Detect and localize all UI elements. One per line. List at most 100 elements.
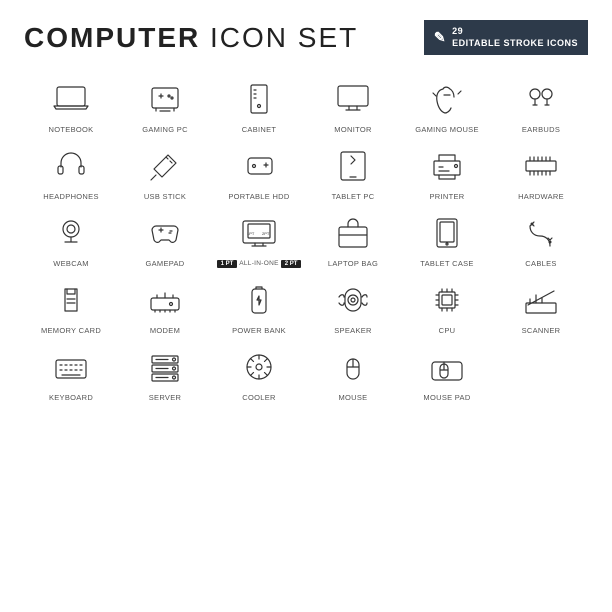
- icon-cell-cables: CABLES: [494, 207, 588, 270]
- icon-cell-printer: PRINTER: [400, 140, 494, 203]
- page-title: COMPUTER ICON SET: [24, 22, 358, 54]
- earbuds-icon: [519, 77, 563, 121]
- hardware-label: HARDWARE: [518, 192, 564, 201]
- icon-cell-portable-hdd: PORTABLE HDD: [212, 140, 306, 203]
- icon-cell-gamepad: GAMEPAD: [118, 207, 212, 270]
- server-label: SERVER: [149, 393, 182, 402]
- icon-cell-gaming-mouse: GAMING MOUSE: [400, 73, 494, 136]
- cpu-label: CPU: [439, 326, 456, 335]
- power-bank-label: POWER BANK: [232, 326, 286, 335]
- earbuds-label: EARBUDS: [522, 125, 560, 134]
- hardware-icon: [519, 144, 563, 188]
- pt1-badge: 1 PT: [217, 260, 238, 268]
- icon-cell-notebook: NOTEBOOK: [24, 73, 118, 136]
- laptop-bag-icon: [331, 211, 375, 255]
- svg-text:2PT: 2PT: [262, 231, 270, 236]
- laptop-bag-label: LAPTOP BAG: [328, 259, 378, 268]
- cabinet-label: CABINET: [242, 125, 277, 134]
- headphones-label: HEADPHONES: [43, 192, 99, 201]
- header: COMPUTER ICON SET ✎ 29 EDITABLE STROKE I…: [24, 20, 588, 55]
- webcam-icon: [49, 211, 93, 255]
- badge: ✎ 29 EDITABLE STROKE ICONS: [424, 20, 588, 55]
- badge-icon: ✎: [434, 29, 446, 46]
- badge-label: EDITABLE STROKE ICONS: [452, 38, 578, 48]
- tablet-case-label: TABLET CASE: [420, 259, 473, 268]
- keyboard-label: KEYBOARD: [49, 393, 93, 402]
- all-in-one-labels: 1 PT ALL-IN-ONE 2 PT: [217, 260, 302, 268]
- portable-hdd-icon: [237, 144, 281, 188]
- printer-label: PRINTER: [429, 192, 464, 201]
- tablet-pc-label: TABLET PC: [332, 192, 375, 201]
- cpu-icon: [425, 278, 469, 322]
- portable-hdd-label: PORTABLE HDD: [228, 192, 289, 201]
- gaming-mouse-icon: [425, 77, 469, 121]
- icon-cell-server: SERVER: [118, 341, 212, 404]
- icon-grid: NOTEBOOK GAMING PC CABINET MONITOR GAMIN: [24, 73, 588, 404]
- tablet-case-icon: [425, 211, 469, 255]
- scanner-icon: [519, 278, 563, 322]
- icon-cell-laptop-bag: LAPTOP BAG: [306, 207, 400, 270]
- webcam-label: WEBCAM: [53, 259, 89, 268]
- icon-cell-tablet-pc: TABLET PC: [306, 140, 400, 203]
- icon-cell-keyboard: KEYBOARD: [24, 341, 118, 404]
- monitor-icon: [331, 77, 375, 121]
- mouse-pad-label: MOUSE PAD: [423, 393, 470, 402]
- notebook-label: NOTEBOOK: [49, 125, 94, 134]
- gaming-pc-icon: [143, 77, 187, 121]
- icon-cell-all-in-one: 1PT 2PT 1 PT ALL-IN-ONE 2 PT: [212, 207, 306, 270]
- notebook-icon: [49, 77, 93, 121]
- icon-cell-gaming-pc: GAMING PC: [118, 73, 212, 136]
- badge-text: 29 EDITABLE STROKE ICONS: [452, 26, 578, 49]
- cables-icon: [519, 211, 563, 255]
- cooler-icon: [237, 345, 281, 389]
- icon-cell-cpu: CPU: [400, 274, 494, 337]
- cooler-label: COOLER: [242, 393, 275, 402]
- icon-cell-monitor: MONITOR: [306, 73, 400, 136]
- page: COMPUTER ICON SET ✎ 29 EDITABLE STROKE I…: [0, 0, 612, 612]
- icon-cell-modem: MODEM: [118, 274, 212, 337]
- speaker-icon: [331, 278, 375, 322]
- icon-cell-webcam: WEBCAM: [24, 207, 118, 270]
- printer-icon: [425, 144, 469, 188]
- badge-count: 29: [452, 26, 463, 36]
- icon-cell-cabinet: CABINET: [212, 73, 306, 136]
- gamepad-icon: [143, 211, 187, 255]
- server-icon: [143, 345, 187, 389]
- gamepad-label: GAMEPAD: [145, 259, 184, 268]
- gaming-pc-label: GAMING PC: [142, 125, 188, 134]
- mouse-icon: [331, 345, 375, 389]
- icon-cell-speaker: SPEAKER: [306, 274, 400, 337]
- usb-stick-icon: [143, 144, 187, 188]
- icon-cell-power-bank: POWER BANK: [212, 274, 306, 337]
- usb-stick-label: USB STICK: [144, 192, 186, 201]
- tablet-pc-icon: [331, 144, 375, 188]
- svg-text:1PT: 1PT: [247, 231, 255, 236]
- modem-icon: [143, 278, 187, 322]
- mouse-label: MOUSE: [338, 393, 367, 402]
- icon-cell-scanner: SCANNER: [494, 274, 588, 337]
- icon-cell-usb-stick: USB STICK: [118, 140, 212, 203]
- cabinet-icon: [237, 77, 281, 121]
- keyboard-icon: [49, 345, 93, 389]
- icon-cell-cooler: COOLER: [212, 341, 306, 404]
- all-in-one-label: ALL-IN-ONE: [239, 260, 278, 268]
- all-in-one-icon: 1PT 2PT: [237, 212, 281, 256]
- cables-label: CABLES: [525, 259, 556, 268]
- icon-cell-hardware: HARDWARE: [494, 140, 588, 203]
- mouse-pad-icon: [425, 345, 469, 389]
- memory-card-label: MEMORY CARD: [41, 326, 101, 335]
- headphones-icon: [49, 144, 93, 188]
- icon-cell-headphones: HEADPHONES: [24, 140, 118, 203]
- icon-cell-memory-card: MEMORY CARD: [24, 274, 118, 337]
- modem-label: MODEM: [150, 326, 180, 335]
- icon-cell-mouse-pad: MOUSE PAD: [400, 341, 494, 404]
- memory-card-icon: [49, 278, 93, 322]
- icon-cell-tablet-case: TABLET CASE: [400, 207, 494, 270]
- icon-cell-mouse: MOUSE: [306, 341, 400, 404]
- gaming-mouse-label: GAMING MOUSE: [415, 125, 479, 134]
- icon-cell-earbuds: EARBUDS: [494, 73, 588, 136]
- speaker-label: SPEAKER: [334, 326, 372, 335]
- monitor-label: MONITOR: [334, 125, 371, 134]
- power-bank-icon: [237, 278, 281, 322]
- scanner-label: SCANNER: [522, 326, 561, 335]
